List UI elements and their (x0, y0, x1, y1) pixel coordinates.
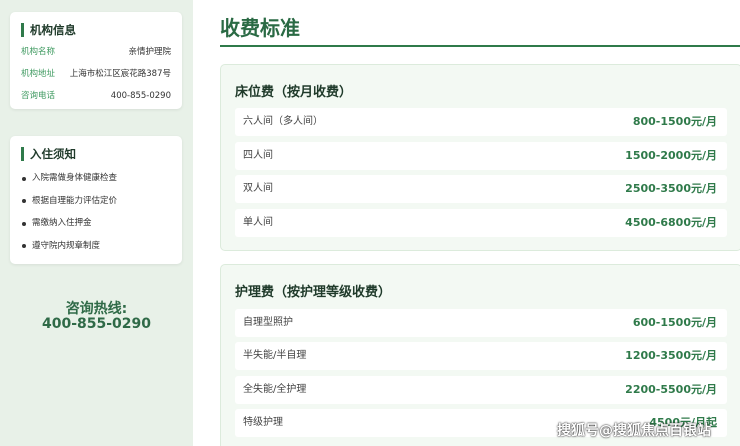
notice-list: 入院需做身体健康检查 根据自理能力评估定价 需缴纳入住押金 遵守院内规章制度 (21, 172, 117, 263)
section-title: 护理费（按护理等级收费） (235, 285, 392, 300)
table-row: 全失能/全护理 2200-5500元/月 (235, 376, 727, 404)
room-type: 单人间 (243, 217, 273, 228)
room-type: 双人间 (243, 183, 273, 194)
info-row-phone: 咨询电话 400-855-0290 (21, 89, 171, 103)
care-level: 自理型照护 (243, 317, 293, 328)
info-value: 上海市松江区宸花路387号 (69, 69, 171, 79)
info-row-address: 机构地址 上海市松江区宸花路387号 (21, 67, 171, 81)
title-divider (220, 45, 740, 47)
table-row: 自理型照护 600-1500元/月 (235, 309, 727, 337)
price: 1500-2000元/月 (625, 149, 717, 162)
table-row: 半失能/半自理 1200-3500元/月 (235, 342, 727, 370)
care-level: 特级护理 (243, 417, 283, 428)
price: 2200-5500元/月 (625, 383, 717, 396)
price: 1200-3500元/月 (625, 349, 717, 362)
info-key: 咨询电话 (21, 91, 56, 101)
page-title: 收费标准 (220, 16, 300, 40)
table-row: 六人间（多人间） 800-1500元/月 (235, 108, 727, 136)
section-title: 床位费（按月收费） (235, 85, 353, 100)
list-item: 入院需做身体健康检查 (21, 172, 117, 195)
bed-fee-section: 床位费（按月收费） 六人间（多人间） 800-1500元/月 四人间 1500-… (220, 64, 740, 251)
room-type: 四人间 (243, 150, 273, 161)
hotline-number: 400-855-0290 (41, 316, 152, 332)
info-value: 400-855-0290 (110, 91, 171, 101)
price: 600-1500元/月 (632, 316, 717, 329)
list-item: 根据自理能力评估定价 (21, 195, 117, 218)
room-type: 六人间（多人间） (243, 116, 323, 127)
care-fee-section: 护理费（按护理等级收费） 自理型照护 600-1500元/月 半失能/半自理 1… (220, 264, 740, 446)
table-row: 四人间 1500-2000元/月 (235, 142, 727, 170)
list-item: 遵守院内规章制度 (21, 240, 117, 263)
care-level: 半失能/半自理 (243, 350, 307, 361)
info-key: 机构地址 (21, 69, 56, 79)
table-row: 双人间 2500-3500元/月 (235, 175, 727, 203)
info-value: 亲情护理院 (128, 47, 171, 57)
info-card-title: 机构信息 (21, 23, 76, 37)
hotline-label: 咨询热线: (65, 301, 128, 317)
info-key: 机构名称 (21, 47, 56, 57)
price: 800-1500元/月 (632, 115, 717, 128)
info-card: 机构信息 机构名称 亲情护理院 机构地址 上海市松江区宸花路387号 咨询电话 … (10, 12, 182, 109)
sidebar: 机构信息 机构名称 亲情护理院 机构地址 上海市松江区宸花路387号 咨询电话 … (0, 0, 193, 446)
watermark: 搜狐号@搜狐焦点百银站 (557, 423, 711, 439)
care-level: 全失能/全护理 (243, 384, 307, 395)
price: 4500-6800元/月 (625, 216, 717, 229)
notice-card: 入住须知 入院需做身体健康检查 根据自理能力评估定价 需缴纳入住押金 遵守院内规… (10, 136, 182, 264)
price: 2500-3500元/月 (625, 182, 717, 195)
notice-card-title: 入住须知 (21, 147, 76, 161)
list-item: 需缴纳入住押金 (21, 217, 117, 240)
info-row-name: 机构名称 亲情护理院 (21, 45, 171, 59)
table-row: 单人间 4500-6800元/月 (235, 209, 727, 237)
main-content: 收费标准 床位费（按月收费） 六人间（多人间） 800-1500元/月 四人间 … (193, 0, 740, 446)
